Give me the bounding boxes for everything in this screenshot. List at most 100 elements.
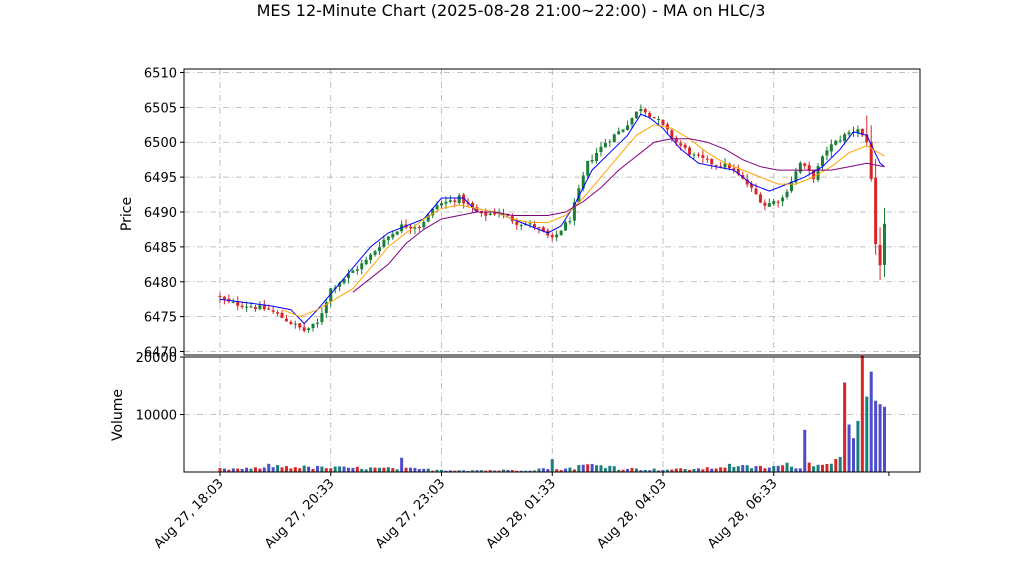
candle-body [652, 117, 656, 119]
candle-body [355, 269, 359, 271]
volume-bar [776, 465, 780, 472]
volume-bar [847, 424, 851, 472]
volume-bar [825, 463, 829, 472]
candle-body [276, 312, 280, 314]
candle-body [634, 111, 638, 119]
volume-bar [262, 467, 266, 472]
volume-bar [634, 468, 638, 472]
volume-axis-label: Volume [110, 389, 126, 441]
volume-bar [630, 468, 634, 472]
candle-body [218, 296, 222, 298]
candle-body [767, 203, 771, 207]
volume-bar [253, 467, 257, 472]
candle-body [847, 132, 851, 135]
candle-body [222, 296, 226, 300]
volume-bar [338, 466, 342, 472]
volume-bar [342, 466, 346, 472]
volume-bar [373, 467, 377, 472]
candle-body [820, 156, 824, 166]
volume-bar [856, 420, 860, 472]
volume-bar [298, 468, 302, 472]
candle-body [710, 158, 714, 165]
candle-body [874, 177, 878, 245]
volume-bar [843, 382, 847, 472]
candle-body [240, 305, 244, 307]
volume-bar [705, 467, 709, 472]
volume-bar [599, 465, 603, 472]
volume-bar [267, 463, 271, 472]
candle-body [829, 144, 833, 152]
volume-bar [781, 465, 785, 472]
volume-bar [696, 468, 700, 472]
volume-bar [302, 465, 306, 472]
volume-bar [222, 468, 226, 472]
candle-body [696, 154, 700, 156]
candle-body [444, 201, 448, 204]
candle-body [519, 225, 523, 227]
volume-bar [829, 463, 833, 472]
candle-body [315, 322, 319, 324]
candle-body [568, 221, 572, 223]
volume-tick-label: 10000 [136, 409, 177, 424]
volume-bar [714, 468, 718, 472]
candle-body [448, 200, 452, 202]
volume-bar [595, 465, 599, 472]
candle-body [417, 226, 421, 228]
volume-bar [750, 468, 754, 472]
volume-bar [754, 466, 758, 472]
candle-body [302, 327, 306, 331]
volume-bar [883, 406, 886, 472]
candle-body [621, 129, 625, 132]
volume-bar [838, 456, 842, 472]
volume-bar [537, 468, 541, 472]
volume-bar [812, 466, 816, 472]
candle-body [280, 312, 284, 318]
candle-body [267, 308, 271, 310]
candle-body [293, 323, 297, 325]
candle-body [688, 147, 692, 155]
volume-bar [772, 466, 776, 472]
candle-body [798, 162, 802, 173]
candle-body [639, 109, 643, 112]
price-tick-label: 6495 [144, 171, 177, 186]
volume-bar [674, 468, 678, 472]
volume-bar [736, 466, 740, 472]
candle-body [608, 141, 612, 143]
volume-bar [834, 459, 838, 472]
candle-body [603, 142, 607, 148]
chart-title: MES 12-Minute Chart (2025-08-28 21:00~22… [257, 1, 766, 20]
volume-bar [679, 468, 683, 472]
candle-body [408, 226, 412, 229]
volume-bar [231, 468, 235, 472]
candle-body [515, 221, 519, 225]
price-y-axis: 647064756480648564906495650065056510 [144, 66, 184, 361]
volume-bar [803, 429, 807, 472]
volume-bar [723, 467, 727, 472]
candle-body [785, 191, 789, 197]
candle-body [382, 239, 386, 247]
candle-body [484, 212, 488, 216]
volume-bar [763, 468, 767, 472]
candle-body [351, 270, 355, 273]
candle-body [564, 222, 568, 231]
volume-bar [741, 465, 745, 472]
volume-bar [851, 438, 855, 472]
volume-bar [581, 464, 585, 472]
candle-body [245, 306, 249, 308]
candle-body [763, 202, 767, 206]
volume-bar [586, 464, 590, 472]
volume-bar [758, 465, 762, 472]
candle-body [705, 158, 709, 160]
candle-body [781, 197, 785, 202]
candle-body [555, 234, 559, 238]
candle-body [599, 146, 603, 153]
volume-bar [391, 468, 395, 472]
price-tick-label: 6490 [144, 206, 177, 221]
price-tick-label: 6505 [144, 101, 177, 116]
candle-body [435, 205, 439, 210]
price-tick-label: 6500 [144, 136, 177, 151]
volume-bar [550, 459, 554, 472]
x-tick-label: Aug 28, 01:33 [484, 476, 560, 552]
volume-bar [727, 463, 731, 472]
candle-body [661, 119, 665, 125]
